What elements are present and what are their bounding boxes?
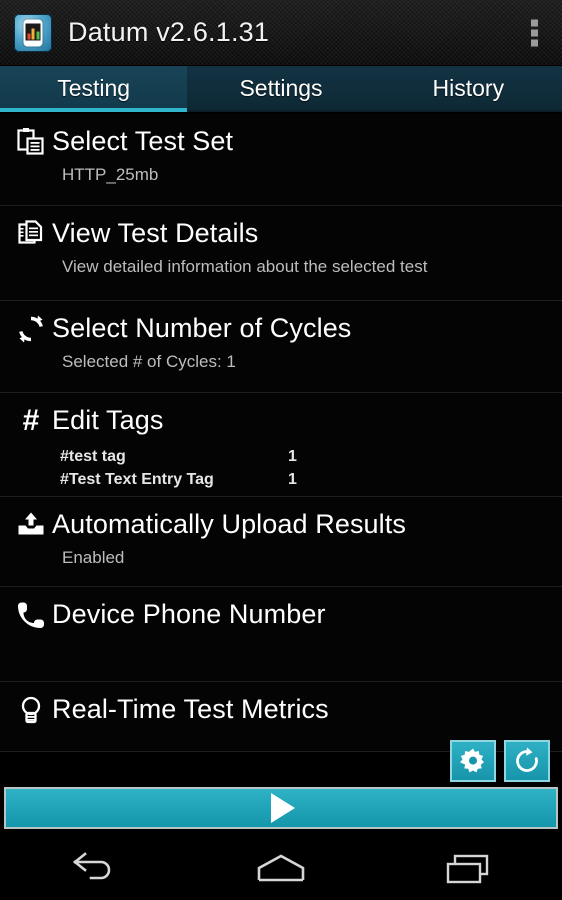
app-icon — [14, 13, 52, 52]
floating-action-buttons — [450, 740, 550, 782]
tab-settings-label: Settings — [239, 74, 323, 101]
nav-home-button[interactable] — [187, 852, 374, 886]
android-nav-bar — [0, 838, 562, 900]
home-icon — [251, 852, 311, 886]
gear-icon — [459, 747, 487, 775]
start-test-play-button[interactable] — [4, 787, 558, 829]
list-item-title: Edit Tags — [52, 405, 164, 436]
tab-history[interactable]: History — [375, 66, 562, 110]
tag-name: #test tag — [60, 448, 126, 465]
tag-value: 1 — [288, 471, 297, 489]
overflow-dot — [531, 39, 538, 46]
app-title: Datum v2.6.1.31 — [68, 17, 270, 47]
list-item-title: View Test Details — [52, 218, 259, 249]
back-icon — [67, 852, 121, 886]
list-item-device-phone-number[interactable]: Device Phone Number — [0, 587, 562, 682]
list-item-title: Select Test Set — [52, 126, 234, 157]
list-item-subtitle: Selected # of Cycles: 1 — [62, 352, 236, 371]
upload-tray-icon — [10, 505, 52, 545]
svg-text:#: # — [23, 406, 40, 436]
list-item-auto-upload[interactable]: Automatically Upload Results Enabled — [0, 497, 562, 587]
tab-testing[interactable]: Testing — [0, 66, 188, 112]
tags-table: #test tag 1 #Test Text Entry Tag 1 — [60, 445, 552, 491]
list-item-title: Real-Time Test Metrics — [52, 694, 329, 725]
chart-bar-red — [27, 33, 30, 39]
overflow-menu-icon[interactable] — [527, 15, 542, 50]
overflow-dot — [531, 19, 538, 26]
hash-tag-icon: # — [10, 401, 52, 441]
app-window: Datum v2.6.1.31 Testing Settings History — [0, 0, 562, 900]
list-item-view-test-details[interactable]: View Test Details View detailed informat… — [0, 206, 562, 301]
documents-copy-icon — [10, 214, 52, 254]
refresh-icon — [513, 747, 541, 775]
settings-fab-button[interactable] — [450, 740, 496, 782]
title-bar: Datum v2.6.1.31 — [0, 0, 562, 66]
app-icon-phone-shape — [23, 19, 43, 46]
clipboard-document-icon — [10, 122, 52, 162]
phone-handset-icon — [10, 595, 52, 635]
app-icon-chart — [25, 23, 41, 40]
list-item-subtitle: HTTP_25mb — [62, 165, 159, 184]
tag-value: 1 — [288, 448, 297, 465]
nav-recents-button[interactable] — [375, 852, 562, 886]
list-item-title: Device Phone Number — [52, 599, 326, 630]
tab-bar: Testing Settings History — [0, 66, 562, 112]
tab-settings[interactable]: Settings — [187, 66, 374, 110]
list-item-select-test-set[interactable]: Select Test Set HTTP_25mb — [0, 114, 562, 206]
chart-bar-yellow — [31, 28, 35, 39]
list-item-select-cycles[interactable]: Select Number of Cycles Selected # of Cy… — [0, 301, 562, 393]
overflow-dot — [531, 29, 538, 36]
tab-history-label: History — [432, 74, 505, 101]
list-item-edit-tags[interactable]: # Edit Tags #test tag 1 #Test Text Entry… — [0, 393, 562, 497]
settings-list: Select Test Set HTTP_25mb View Test Deta… — [0, 114, 562, 752]
tag-name: #Test Text Entry Tag — [60, 471, 214, 489]
list-item-subtitle: View detailed information about the sele… — [62, 257, 428, 276]
sync-cycles-icon — [10, 309, 52, 349]
play-icon — [271, 793, 295, 823]
list-item-title: Automatically Upload Results — [52, 509, 406, 540]
lightbulb-icon — [10, 690, 52, 730]
tab-testing-label: Testing — [57, 74, 131, 101]
list-item-title: Select Number of Cycles — [52, 313, 352, 344]
refresh-fab-button[interactable] — [504, 740, 550, 782]
tag-row: #Test Text Entry Tag 1 — [60, 468, 552, 491]
chart-bar-green — [36, 31, 39, 39]
recents-icon — [443, 852, 493, 886]
nav-back-button[interactable] — [0, 852, 187, 886]
list-item-subtitle: Enabled — [62, 548, 125, 567]
tag-row: #test tag 1 — [60, 445, 552, 468]
